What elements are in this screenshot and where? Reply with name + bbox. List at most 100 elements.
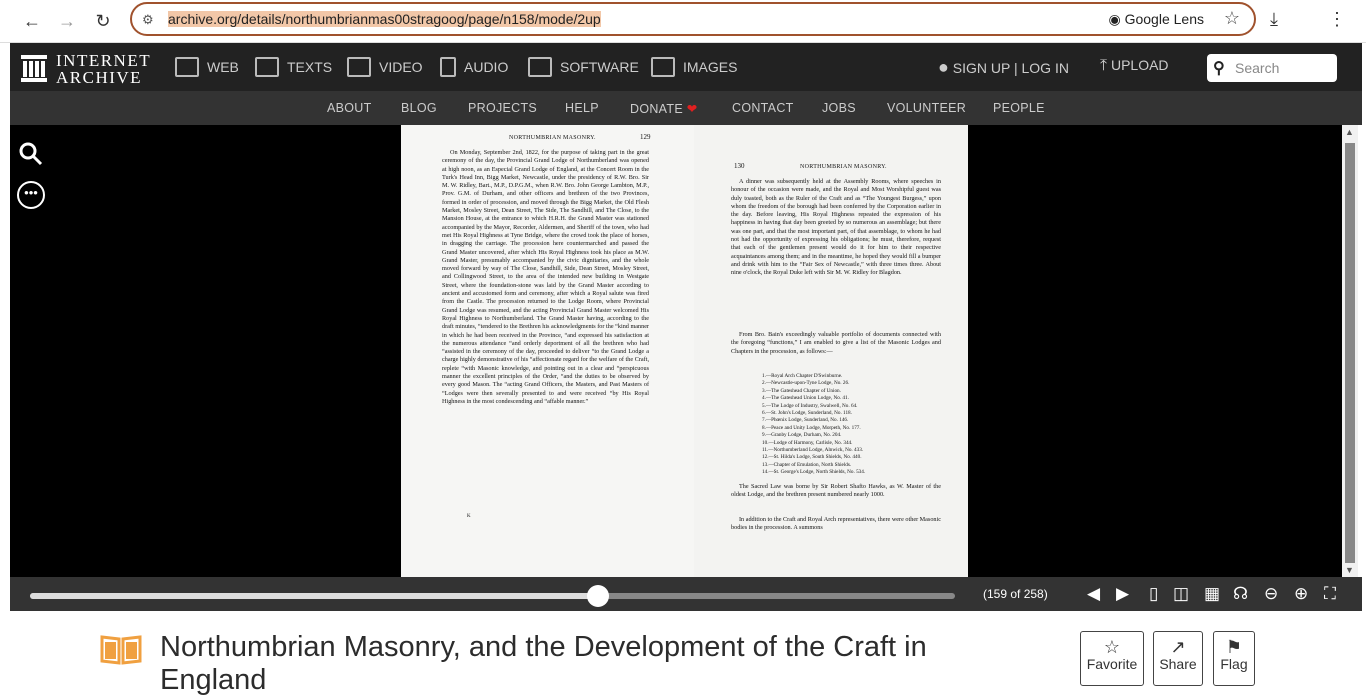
ia-top-nav: INTERNET ARCHIVE WEB TEXTS VIDEO AUDIO S… <box>10 43 1362 91</box>
address-bar[interactable]: ⚙ archive.org/details/northumbrianmas00s… <box>130 2 1256 36</box>
upload-icon: ⤒ <box>1100 57 1108 74</box>
right-page-para3: The Sacred Law was borne by Sir Robert S… <box>731 483 941 499</box>
flag-button[interactable]: ⚑ Flag <box>1213 631 1255 686</box>
search-inside-icon[interactable] <box>18 141 44 167</box>
share-button[interactable]: ↗ Share <box>1153 631 1203 686</box>
two-page-view-icon[interactable]: ◫ <box>1173 584 1189 604</box>
page-scrollbar[interactable]: ▲ ▼ <box>1342 125 1358 577</box>
forward-arrow-icon[interactable]: → <box>56 10 78 32</box>
lodge-item: 8.—Peace and Unity Lodge, Morpeth, No. 1… <box>762 424 861 431</box>
page-count: (159 of 258) <box>983 587 1048 601</box>
lodge-item: 4.—The Gateshead Union Lodge, No. 41. <box>762 395 849 402</box>
lens-icon: ◉ <box>1108 11 1121 27</box>
google-lens-button[interactable]: ◉ Google Lens <box>1108 11 1204 28</box>
flag-icon: ⚑ <box>1225 637 1243 657</box>
nav-software-label: SOFTWARE <box>560 59 639 75</box>
book-page-left[interactable]: NORTHUMBRIAN MASONRY. 129 On Monday, Sep… <box>401 125 694 577</box>
sub-donate-label: DONATE <box>630 102 683 116</box>
logo-line2: ARCHIVE <box>56 68 143 87</box>
lodge-item: 7.—Phœnix Lodge, Sunderland, No. 146. <box>762 417 849 424</box>
ia-temple-icon <box>21 55 47 82</box>
scroll-down-icon[interactable]: ▼ <box>1345 565 1354 575</box>
left-page-text: On Monday, September 2nd, 1822, for the … <box>442 149 649 405</box>
film-icon <box>347 57 371 77</box>
upload-label: UPLOAD <box>1110 57 1169 73</box>
book-reader: ••• NORTHUMBRIAN MASONRY. 129 On Monday,… <box>10 125 1342 577</box>
signup-label: SIGN UP | LOG IN <box>952 60 1069 76</box>
sub-volunteer[interactable]: VOLUNTEER <box>887 101 966 115</box>
lodge-item: 2.—Newcastle-upon-Tyne Lodge, No. 26. <box>762 380 850 387</box>
zoom-in-icon[interactable]: ⊕ <box>1294 584 1308 604</box>
heart-icon: ❤ <box>686 102 698 116</box>
lens-label: Google Lens <box>1124 11 1204 27</box>
scroll-up-icon[interactable]: ▲ <box>1345 127 1354 137</box>
upload-link[interactable]: ⤒ UPLOAD <box>1100 57 1169 75</box>
nav-texts[interactable]: TEXTS <box>255 57 332 77</box>
nav-images-label: IMAGES <box>683 59 738 75</box>
search-input[interactable]: ⚲ Search <box>1207 54 1337 82</box>
lodge-list: 1.—Royal Arch Chapter D'Swinburne. 2.—Ne… <box>762 373 865 477</box>
sub-contact[interactable]: CONTACT <box>732 101 794 115</box>
nav-web-label: WEB <box>207 59 239 75</box>
lodge-item: 5.—The Lodge of Industry, Swalwell, No. … <box>762 402 858 409</box>
lodge-item: 12.—St. Hilda's Lodge, South Shields, No… <box>762 454 862 461</box>
bookmark-star-icon[interactable]: ☆ <box>1224 8 1240 29</box>
signup-login-link[interactable]: ● SIGN UP | LOG IN <box>938 57 1069 78</box>
page-slider-track[interactable] <box>30 593 955 599</box>
browser-toolbar: ← → ↻ ⚙ archive.org/details/northumbrian… <box>0 0 1366 43</box>
read-aloud-icon[interactable]: ☊ <box>1233 584 1248 604</box>
page-slider-handle[interactable] <box>586 585 609 607</box>
share-icon: ↗ <box>1170 637 1186 657</box>
sub-donate[interactable]: DONATE ❤ <box>630 101 698 116</box>
prev-page-icon[interactable]: ◀ <box>1087 584 1100 604</box>
nav-video-label: VIDEO <box>379 59 423 75</box>
nav-web[interactable]: WEB <box>175 57 239 77</box>
one-page-view-icon[interactable]: ▯ <box>1149 584 1158 604</box>
share-label: Share <box>1159 656 1197 672</box>
nav-software[interactable]: SOFTWARE <box>528 57 639 77</box>
search-icon: ⚲ <box>1213 60 1225 77</box>
lodge-item: 6.—St. John's Lodge, Sunderland, No. 118… <box>762 410 852 417</box>
search-placeholder: Search <box>1235 60 1280 76</box>
next-page-icon[interactable]: ▶ <box>1116 584 1129 604</box>
fullscreen-icon[interactable]: ⛶ <box>1324 584 1336 604</box>
right-page-number: 130 <box>734 162 745 170</box>
left-page-signature: K <box>467 514 471 519</box>
favorite-label: Favorite <box>1086 656 1138 672</box>
nav-audio[interactable]: AUDIO <box>440 57 508 77</box>
lodge-item: 1.—Royal Arch Chapter D'Swinburne. <box>762 373 843 379</box>
thumbnail-view-icon[interactable]: ▦ <box>1204 584 1220 604</box>
book-icon <box>255 57 279 77</box>
url-highlight: archive.org/details/northumbrianmas00str… <box>168 11 601 27</box>
reload-icon[interactable]: ↻ <box>92 10 114 32</box>
browser-menu-icon[interactable]: ⋮ <box>1328 9 1346 30</box>
favorite-button[interactable]: ☆ Favorite <box>1080 631 1144 686</box>
nav-audio-label: AUDIO <box>464 59 509 75</box>
book-page-right[interactable]: 130 NORTHUMBRIAN MASONRY. A dinner was s… <box>694 125 968 577</box>
right-page-para2: From Bro. Bain's exceedingly valuable po… <box>731 331 941 355</box>
url-text[interactable]: archive.org/details/northumbrianmas00str… <box>168 11 601 27</box>
scrollbar-thumb[interactable] <box>1345 143 1355 563</box>
zoom-out-icon[interactable]: ⊖ <box>1264 584 1278 604</box>
back-arrow-icon[interactable]: ← <box>21 10 43 32</box>
sub-blog[interactable]: BLOG <box>401 101 437 115</box>
sub-help[interactable]: HELP <box>565 101 599 115</box>
sub-jobs[interactable]: JOBS <box>822 101 856 115</box>
right-page-header: NORTHUMBRIAN MASONRY. <box>800 164 887 170</box>
sub-people[interactable]: PEOPLE <box>993 101 1045 115</box>
texts-book-icon <box>100 635 142 665</box>
site-settings-icon[interactable]: ⚙ <box>142 12 154 28</box>
sub-about[interactable]: ABOUT <box>327 101 372 115</box>
download-icon[interactable]: ⤓ <box>1270 9 1278 30</box>
web-icon <box>175 57 199 77</box>
sub-projects[interactable]: PROJECTS <box>468 101 537 115</box>
left-page-number: 129 <box>640 133 651 141</box>
lodge-item: 14.—St. George's Lodge, North Shields, N… <box>762 469 866 476</box>
more-options-icon[interactable]: ••• <box>17 181 45 209</box>
flag-label: Flag <box>1220 656 1248 672</box>
nav-video[interactable]: VIDEO <box>347 57 423 77</box>
lodge-item: 13.—Chapter of Emulation, North Shields. <box>762 461 852 468</box>
floppy-icon <box>528 57 552 77</box>
lodge-item: 3.—The Gateshead Chapter of Union. <box>762 387 841 394</box>
nav-images[interactable]: IMAGES <box>651 57 737 77</box>
